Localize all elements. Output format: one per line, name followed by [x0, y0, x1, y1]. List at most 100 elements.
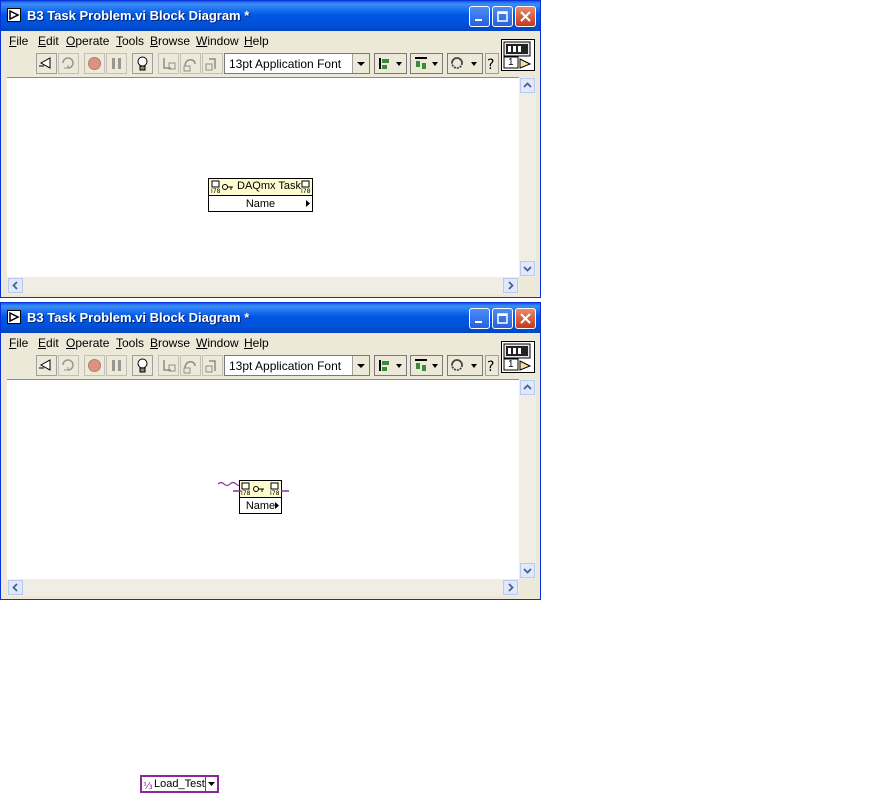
menu-tools[interactable]: Tools	[116, 336, 144, 350]
task-in-terminal[interactable]	[233, 488, 241, 494]
minimize-button[interactable]	[469, 6, 490, 27]
task-icon	[253, 486, 264, 492]
scroll-up-button[interactable]	[520, 78, 535, 93]
property-node-header: I78 I78	[240, 481, 281, 498]
task-out-terminal[interactable]	[281, 488, 289, 494]
menu-edit[interactable]: Edit	[38, 336, 59, 350]
menu-window[interactable]: Window	[196, 336, 239, 350]
property-node[interactable]: I78 DAQmx Task I78 Name	[208, 178, 313, 212]
svg-text:?: ?	[487, 57, 494, 73]
step-out-icon[interactable]	[202, 355, 223, 376]
menu-operate[interactable]: Operate	[66, 336, 109, 350]
run-continuously-icon[interactable]	[58, 355, 79, 376]
font-selector[interactable]: 13pt Application Font	[224, 53, 370, 74]
node-header-label: DAQmx Task	[237, 180, 301, 192]
help-icon[interactable]: ?	[485, 53, 499, 74]
task-icon	[222, 184, 233, 190]
svg-text:I78: I78	[211, 188, 221, 194]
highlight-execution-icon[interactable]	[132, 53, 153, 74]
abort-icon[interactable]	[84, 53, 105, 74]
block-diagram-window-2: B3 Task Problem.vi Block Diagram * File …	[0, 302, 541, 793]
constant-value: Load_Test	[154, 778, 205, 790]
menu-browse[interactable]: Browse	[150, 34, 190, 48]
labview-icon[interactable]	[7, 310, 21, 324]
scroll-down-button[interactable]	[520, 261, 535, 276]
close-button[interactable]	[515, 308, 536, 329]
block-diagram-canvas[interactable]: I78 DAQmx Task I78 Name	[7, 77, 519, 278]
reorder-icon[interactable]	[447, 53, 483, 74]
menu-operate[interactable]: Operate	[66, 34, 109, 48]
output-arrow-icon	[306, 200, 310, 207]
constant-dropdown-button[interactable]	[205, 777, 217, 791]
chevron-down-icon[interactable]	[352, 356, 369, 375]
highlight-execution-icon[interactable]	[132, 355, 153, 376]
help-icon[interactable]: ?	[485, 355, 499, 376]
maximize-button[interactable]	[492, 308, 513, 329]
menu-browse[interactable]: Browse	[150, 336, 190, 350]
vertical-scrollbar[interactable]	[519, 77, 536, 277]
run-arrow-icon[interactable]	[36, 53, 57, 74]
distribute-icon[interactable]	[410, 53, 443, 74]
scroll-up-button[interactable]	[520, 380, 535, 395]
align-icon[interactable]	[374, 53, 407, 74]
output-arrow-icon	[275, 502, 279, 509]
step-out-icon[interactable]	[202, 53, 223, 74]
horizontal-scrollbar[interactable]	[7, 579, 519, 596]
svg-text:I78: I78	[301, 188, 311, 194]
svg-text:⅓: ⅓	[143, 781, 153, 791]
reorder-icon[interactable]	[447, 355, 483, 376]
svg-text:I78: I78	[241, 490, 251, 496]
svg-text:?: ?	[487, 359, 494, 375]
step-into-icon[interactable]	[158, 355, 179, 376]
block-diagram-window-1: B3 Task Problem.vi Block Diagram * File …	[0, 0, 541, 298]
scroll-down-button[interactable]	[520, 563, 535, 578]
run-continuously-icon[interactable]	[58, 53, 79, 74]
scroll-right-button[interactable]	[503, 278, 518, 293]
title-bar[interactable]: B3 Task Problem.vi Block Diagram *	[1, 1, 540, 31]
property-name: Name	[245, 500, 276, 512]
title-bar[interactable]: B3 Task Problem.vi Block Diagram *	[1, 303, 540, 333]
run-arrow-icon[interactable]	[36, 355, 57, 376]
minimize-button[interactable]	[469, 308, 490, 329]
labview-icon[interactable]	[7, 8, 21, 22]
menu-bar: File Edit Operate Tools Browse Window He…	[4, 333, 499, 353]
menu-help[interactable]: Help	[244, 34, 269, 48]
property-node[interactable]: I78 I78 Name	[239, 480, 282, 514]
icon-connector-pane[interactable]: 1	[501, 39, 535, 71]
toolbar: 13pt Application Font ?	[4, 51, 499, 76]
menu-window[interactable]: Window	[196, 34, 239, 48]
task-name-constant[interactable]: ⅓ Load_Test	[140, 775, 219, 793]
vertical-scrollbar[interactable]	[519, 379, 536, 579]
task-constant-icon: ⅓	[143, 781, 153, 791]
pause-icon[interactable]	[106, 53, 127, 74]
scroll-left-button[interactable]	[8, 278, 23, 293]
chevron-down-icon[interactable]	[352, 54, 369, 73]
step-into-icon[interactable]	[158, 53, 179, 74]
menu-tools[interactable]: Tools	[116, 34, 144, 48]
svg-text:I78: I78	[270, 490, 280, 496]
close-button[interactable]	[515, 6, 536, 27]
font-selector[interactable]: 13pt Application Font	[224, 355, 370, 376]
window-title: B3 Task Problem.vi Block Diagram *	[27, 310, 250, 325]
scroll-right-button[interactable]	[503, 580, 518, 595]
scroll-left-button[interactable]	[8, 580, 23, 595]
property-row[interactable]: Name	[209, 196, 312, 211]
connector-number: 1	[508, 57, 514, 68]
block-diagram-canvas[interactable]: I78 I78 Name	[7, 379, 519, 580]
property-node-header: I78 DAQmx Task I78	[209, 179, 312, 196]
distribute-icon[interactable]	[410, 355, 443, 376]
menu-file[interactable]: File	[9, 34, 28, 48]
horizontal-scrollbar[interactable]	[7, 277, 519, 294]
pause-icon[interactable]	[106, 355, 127, 376]
menu-help[interactable]: Help	[244, 336, 269, 350]
align-icon[interactable]	[374, 355, 407, 376]
property-row[interactable]: Name	[240, 498, 281, 513]
menu-file[interactable]: File	[9, 336, 28, 350]
step-over-icon[interactable]	[180, 355, 201, 376]
step-over-icon[interactable]	[180, 53, 201, 74]
property-name: Name	[245, 198, 276, 210]
icon-connector-pane[interactable]: 1	[501, 341, 535, 373]
abort-icon[interactable]	[84, 355, 105, 376]
maximize-button[interactable]	[492, 6, 513, 27]
menu-edit[interactable]: Edit	[38, 34, 59, 48]
